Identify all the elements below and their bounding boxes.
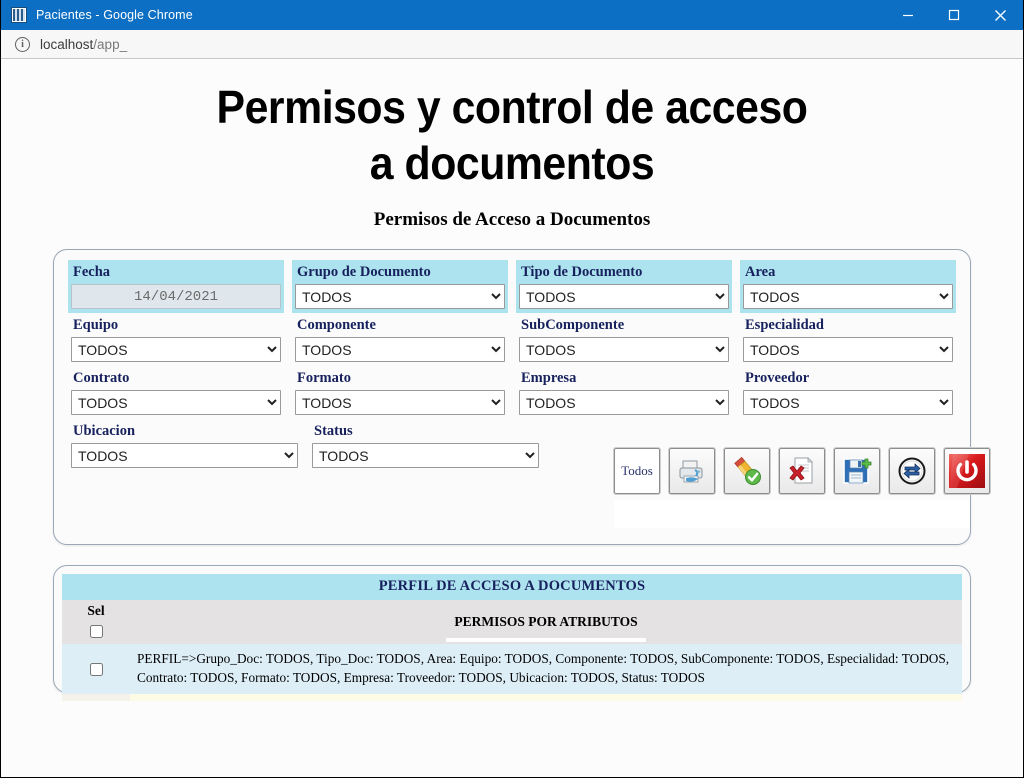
empresa-select[interactable]: TODOS xyxy=(519,390,729,416)
table-footer-row xyxy=(62,693,962,701)
pencil-check-icon xyxy=(731,456,763,486)
subcomponente-select[interactable]: TODOS xyxy=(519,337,729,363)
filter-especialidad: Especialidad TODOS xyxy=(740,313,956,366)
filter-label-contrato: Contrato xyxy=(73,370,130,387)
filter-tipo-de-documento: Tipo de Documento TODOS xyxy=(516,260,732,314)
table-header-row: Sel PERMISOS POR ATRIBUTOS xyxy=(62,600,962,645)
pacientes-favicon xyxy=(11,7,27,23)
window-title-bar: Pacientes - Google Chrome xyxy=(1,0,1023,30)
filter-label-equipo: Equipo xyxy=(73,317,119,334)
table-body: PERFIL=>Grupo_Doc: TODOS, Tipo_Doc: TODO… xyxy=(62,644,962,701)
footer-cell-attr xyxy=(130,693,962,701)
url-path: /app_ xyxy=(93,36,128,52)
filter-label-proveedor: Proveedor xyxy=(745,370,810,387)
select-all-checkbox[interactable] xyxy=(89,624,103,638)
filter-label-fecha: Fecha xyxy=(73,264,111,281)
tipo-de-documento-select[interactable]: TODOS xyxy=(519,284,729,310)
filter-equipo: Equipo TODOS xyxy=(68,313,284,366)
refresh-icon xyxy=(896,456,928,486)
delete-button[interactable] xyxy=(778,447,826,496)
column-header-sel: Sel xyxy=(62,600,130,645)
row-select-cell xyxy=(62,644,130,694)
page-content: Permisos y control de acceso a documento… xyxy=(1,59,1023,777)
table-row[interactable]: PERFIL=>Grupo_Doc: TODOS, Tipo_Doc: TODO… xyxy=(62,644,962,694)
proveedor-select[interactable]: TODOS xyxy=(743,390,953,416)
filter-label-area: Area xyxy=(745,264,776,281)
filter-formato: Formato TODOS xyxy=(292,366,508,419)
fecha-input[interactable] xyxy=(71,284,281,310)
filter-label-status: Status xyxy=(314,423,353,440)
column-header-atributos: PERMISOS POR ATRIBUTOS xyxy=(130,600,962,645)
filter-empresa: Empresa TODOS xyxy=(516,366,732,419)
filter-row-1: Fecha Grupo de Documento TODOS Tipo de D… xyxy=(68,260,956,314)
url-host: localhost xyxy=(40,36,94,52)
page-title: Permisos y control de acceso a documento… xyxy=(37,79,987,191)
filter-label-componente: Componente xyxy=(297,317,376,334)
filter-label-empresa: Empresa xyxy=(521,370,577,387)
maximize-button[interactable] xyxy=(931,0,977,30)
refresh-button[interactable] xyxy=(888,447,936,496)
filter-row-2: Equipo TODOS Componente TODOS SubCompone… xyxy=(68,313,956,366)
power-icon xyxy=(949,454,985,489)
especialidad-select[interactable]: TODOS xyxy=(743,337,953,363)
filter-label-grupo-de-documento: Grupo de Documento xyxy=(297,264,431,281)
page-subtitle: Permisos de Acceso a Documentos xyxy=(373,209,651,231)
area-select[interactable]: TODOS xyxy=(743,284,953,310)
footer-cell-sel xyxy=(62,693,130,701)
printer-icon xyxy=(676,456,708,486)
url-text: localhost/app_ xyxy=(40,37,127,52)
edit-button[interactable] xyxy=(723,447,771,496)
row-permissions-text: PERFIL=>Grupo_Doc: TODOS, Tipo_Doc: TODO… xyxy=(130,644,962,694)
permissions-table: PERFIL DE ACCESO A DOCUMENTOS Sel PERMIS… xyxy=(62,574,962,701)
filter-label-formato: Formato xyxy=(297,370,351,387)
minimize-button[interactable] xyxy=(885,0,931,30)
contrato-select[interactable]: TODOS xyxy=(71,390,281,416)
row-checkbox[interactable] xyxy=(89,662,103,676)
filter-label-subcomponente: SubComponente xyxy=(521,317,625,334)
page-title-line1: Permisos y control de acceso xyxy=(216,81,808,133)
todos-button[interactable]: Todos xyxy=(613,447,661,496)
save-button[interactable] xyxy=(833,447,881,496)
filters-panel: Fecha Grupo de Documento TODOS Tipo de D… xyxy=(53,249,991,546)
componente-select[interactable]: TODOS xyxy=(295,337,505,363)
ubicacion-select[interactable]: TODOS xyxy=(71,443,298,469)
action-toolbar: Todos xyxy=(613,447,991,496)
column-header-sel-label: Sel xyxy=(87,603,105,619)
filter-label-especialidad: Especialidad xyxy=(745,317,824,334)
filter-ubicacion: Ubicacion TODOS xyxy=(68,419,301,472)
filter-label-ubicacion: Ubicacion xyxy=(73,423,136,440)
print-button[interactable] xyxy=(668,447,716,496)
filter-proveedor: Proveedor TODOS xyxy=(740,366,956,419)
grupo-de-documento-select[interactable]: TODOS xyxy=(295,284,505,310)
browser-window: Pacientes - Google Chrome i localhost/ap… xyxy=(0,0,1024,778)
filter-contrato: Contrato TODOS xyxy=(68,366,284,419)
close-button[interactable] xyxy=(977,0,1023,30)
floppy-save-icon xyxy=(841,456,873,486)
status-select[interactable]: TODOS xyxy=(312,443,539,469)
document-delete-icon xyxy=(786,456,818,486)
address-bar[interactable]: i localhost/app_ xyxy=(1,30,1023,59)
blank-strip xyxy=(614,500,969,529)
filter-grupo-de-documento: Grupo de Documento TODOS xyxy=(292,260,508,314)
filter-subcomponente: SubComponente TODOS xyxy=(516,313,732,366)
filter-area: Area TODOS xyxy=(740,260,956,314)
filter-row-3: Contrato TODOS Formato TODOS Empresa TOD… xyxy=(68,366,956,419)
equipo-select[interactable]: TODOS xyxy=(71,337,281,363)
table-title: PERFIL DE ACCESO A DOCUMENTOS xyxy=(62,574,962,601)
filter-status: Status TODOS xyxy=(309,419,542,472)
filter-label-tipo-de-documento: Tipo de Documento xyxy=(521,264,643,281)
page-title-line2: a documentos xyxy=(369,137,655,190)
profiles-panel: PERFIL DE ACCESO A DOCUMENTOS Sel PERMIS… xyxy=(53,565,971,701)
exit-button[interactable] xyxy=(943,447,991,496)
filter-fecha: Fecha xyxy=(68,260,284,314)
filter-componente: Componente TODOS xyxy=(292,313,508,366)
table-header: Sel PERMISOS POR ATRIBUTOS xyxy=(62,600,962,645)
window-controls xyxy=(885,0,1023,30)
info-icon: i xyxy=(15,36,30,52)
window-title: Pacientes - Google Chrome xyxy=(36,8,193,22)
formato-select[interactable]: TODOS xyxy=(295,390,505,416)
